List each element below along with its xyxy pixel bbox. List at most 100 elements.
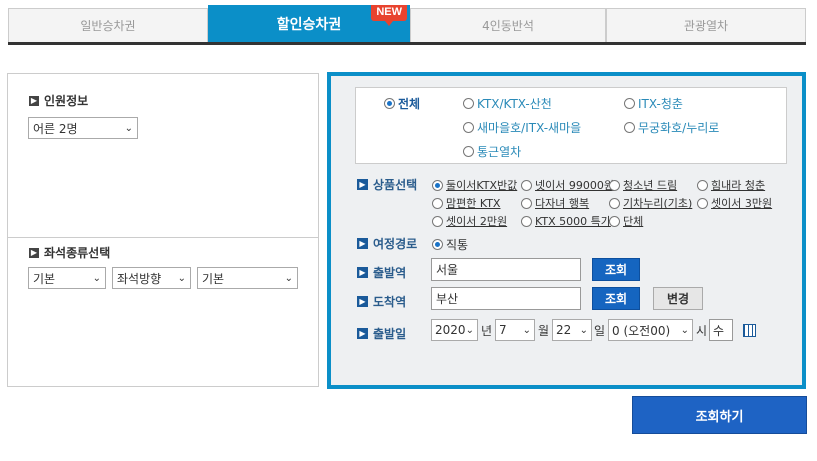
radio-icon bbox=[463, 122, 474, 133]
chevron-down-icon: ⌄ bbox=[465, 324, 474, 336]
product-option-label: 맘편한 KTX bbox=[446, 197, 501, 210]
chevron-down-icon: ⌄ bbox=[579, 324, 588, 336]
radio-icon bbox=[697, 179, 708, 191]
departure-label-text: 출발역 bbox=[373, 266, 407, 280]
date-label: ▶ 출발일 bbox=[357, 325, 406, 342]
day-unit: 일 bbox=[594, 324, 606, 338]
product-option[interactable]: 다자녀 행복 bbox=[521, 195, 589, 211]
product-option[interactable]: 맘편한 KTX bbox=[432, 195, 500, 211]
radio-ktx-label: KTX/KTX-산천 bbox=[477, 97, 552, 111]
radio-saemaeul[interactable]: 새마을호/ITX-새마을 bbox=[463, 119, 581, 136]
radio-mugunghwa[interactable]: 무궁화호/누리로 bbox=[624, 119, 719, 136]
radio-icon bbox=[432, 215, 443, 227]
arrival-search-button[interactable]: 조회 bbox=[592, 287, 640, 310]
ticket-tabs: 일반승차권 할인승차권 NEW 4인동반석 관광열차 bbox=[8, 5, 806, 45]
radio-saemaeul-label: 새마을호/ITX-새마을 bbox=[477, 121, 582, 135]
seat-section-title: ▶ 좌석종류선택 bbox=[29, 244, 110, 261]
product-option[interactable]: 힘내라 청춘 bbox=[697, 177, 765, 193]
tab-discount-label: 할인승차권 bbox=[276, 16, 342, 33]
product-option-label: 다자녀 행복 bbox=[535, 197, 590, 210]
seat-type-value: 기본 bbox=[33, 271, 56, 286]
tab-tour[interactable]: 관광열차 bbox=[606, 8, 806, 42]
arrow-icon: ▶ bbox=[29, 247, 39, 258]
radio-checked-icon bbox=[432, 239, 443, 250]
seat-type-select[interactable]: 기본 ⌄ bbox=[28, 267, 106, 289]
radio-icon bbox=[432, 197, 443, 209]
arrival-label: ▶ 도착역 bbox=[357, 293, 406, 310]
route-label: ▶ 여정경로 bbox=[357, 235, 417, 252]
date-label-text: 출발일 bbox=[373, 327, 407, 341]
product-label-text: 상품선택 bbox=[373, 178, 418, 192]
product-option[interactable]: 셋이서 3만원 bbox=[697, 195, 772, 211]
search-submit-button[interactable]: 조회하기 bbox=[632, 396, 807, 434]
hour-select[interactable]: 0 (오전00) ⌄ bbox=[608, 319, 693, 341]
product-option-label: 힘내라 청춘 bbox=[711, 179, 766, 192]
departure-input[interactable]: 서울 bbox=[431, 258, 581, 281]
radio-icon bbox=[521, 179, 532, 191]
seat-direction-value: 좌석방향 bbox=[117, 271, 162, 286]
radio-checked-icon bbox=[432, 179, 443, 191]
month-value: 7 bbox=[499, 323, 507, 337]
product-option[interactable]: 기차누리(기초) bbox=[609, 195, 692, 211]
passenger-select[interactable]: 어른 2명 ⌄ bbox=[28, 117, 138, 139]
day-select[interactable]: 22 ⌄ bbox=[552, 319, 592, 341]
product-option-label: KTX 5000 특가 bbox=[535, 215, 611, 228]
arrow-icon: ▶ bbox=[29, 95, 39, 106]
weekday-field: 수 bbox=[709, 319, 733, 341]
radio-mugunghwa-label: 무궁화호/누리로 bbox=[638, 121, 720, 135]
product-option-label: 셋이서 3만원 bbox=[711, 197, 773, 210]
radio-commuter-label: 통근열차 bbox=[477, 145, 522, 159]
year-value: 2020 bbox=[435, 323, 466, 337]
day-value: 22 bbox=[556, 323, 572, 337]
radio-icon bbox=[609, 197, 620, 209]
swap-stations-button[interactable]: 변경 bbox=[653, 287, 703, 310]
product-option[interactable]: KTX 5000 특가 bbox=[521, 213, 611, 229]
tab-discount[interactable]: 할인승차권 NEW bbox=[208, 5, 410, 42]
tab-general[interactable]: 일반승차권 bbox=[8, 8, 208, 42]
product-option[interactable]: 넷이서 99000원 bbox=[521, 177, 614, 193]
radio-icon bbox=[697, 197, 708, 209]
month-select[interactable]: 7 ⌄ bbox=[495, 319, 535, 341]
seat-direction-select[interactable]: 좌석방향 ⌄ bbox=[112, 267, 191, 289]
arrow-icon: ▶ bbox=[357, 296, 368, 307]
tab-four-seat[interactable]: 4인동반석 bbox=[410, 8, 606, 42]
arrival-input[interactable]: 부산 bbox=[431, 287, 581, 310]
new-badge: NEW bbox=[371, 5, 407, 26]
radio-all-label: 전체 bbox=[398, 97, 421, 111]
radio-checked-icon bbox=[384, 98, 395, 109]
product-option[interactable]: 둘이서KTX반값 bbox=[432, 177, 517, 193]
product-option[interactable]: 청소년 드림 bbox=[609, 177, 677, 193]
radio-ktx[interactable]: KTX/KTX-산천 bbox=[463, 95, 552, 112]
product-option[interactable]: 셋이서 2만원 bbox=[432, 213, 507, 229]
passenger-section-title: ▶ 인원정보 bbox=[29, 92, 88, 109]
chevron-down-icon: ⌄ bbox=[92, 272, 101, 284]
radio-icon bbox=[624, 122, 635, 133]
departure-search-button[interactable]: 조회 bbox=[592, 258, 640, 281]
chevron-down-icon: ⌄ bbox=[177, 272, 186, 284]
radio-icon bbox=[624, 98, 635, 109]
radio-icon bbox=[609, 215, 620, 227]
radio-commuter[interactable]: 통근열차 bbox=[463, 143, 521, 160]
radio-icon bbox=[463, 146, 474, 157]
radio-all[interactable]: 전체 bbox=[384, 95, 420, 112]
route-direct-radio[interactable]: 직통 bbox=[432, 236, 468, 253]
route-direct-label: 직통 bbox=[446, 238, 469, 252]
radio-icon bbox=[521, 215, 532, 227]
radio-itx-youth[interactable]: ITX-청춘 bbox=[624, 95, 683, 112]
arrow-icon: ▶ bbox=[357, 267, 368, 278]
arrow-icon: ▶ bbox=[357, 238, 368, 249]
radio-icon bbox=[609, 179, 620, 191]
hour-value: 0 (오전00) bbox=[612, 323, 671, 338]
departure-label: ▶ 출발역 bbox=[357, 264, 406, 281]
product-label: ▶ 상품선택 bbox=[357, 176, 417, 193]
passenger-title-label: 인원정보 bbox=[44, 94, 89, 108]
product-option-label: 셋이서 2만원 bbox=[446, 215, 508, 228]
product-option-label: 단체 bbox=[623, 215, 644, 228]
seat-option-select[interactable]: 기본 ⌄ bbox=[197, 267, 298, 289]
product-option[interactable]: 단체 bbox=[609, 213, 643, 229]
year-unit: 년 bbox=[481, 324, 493, 338]
hour-unit: 시 bbox=[696, 324, 708, 338]
chevron-down-icon: ⌄ bbox=[284, 272, 293, 284]
year-select[interactable]: 2020 ⌄ bbox=[431, 319, 478, 341]
calendar-icon[interactable] bbox=[743, 324, 756, 337]
